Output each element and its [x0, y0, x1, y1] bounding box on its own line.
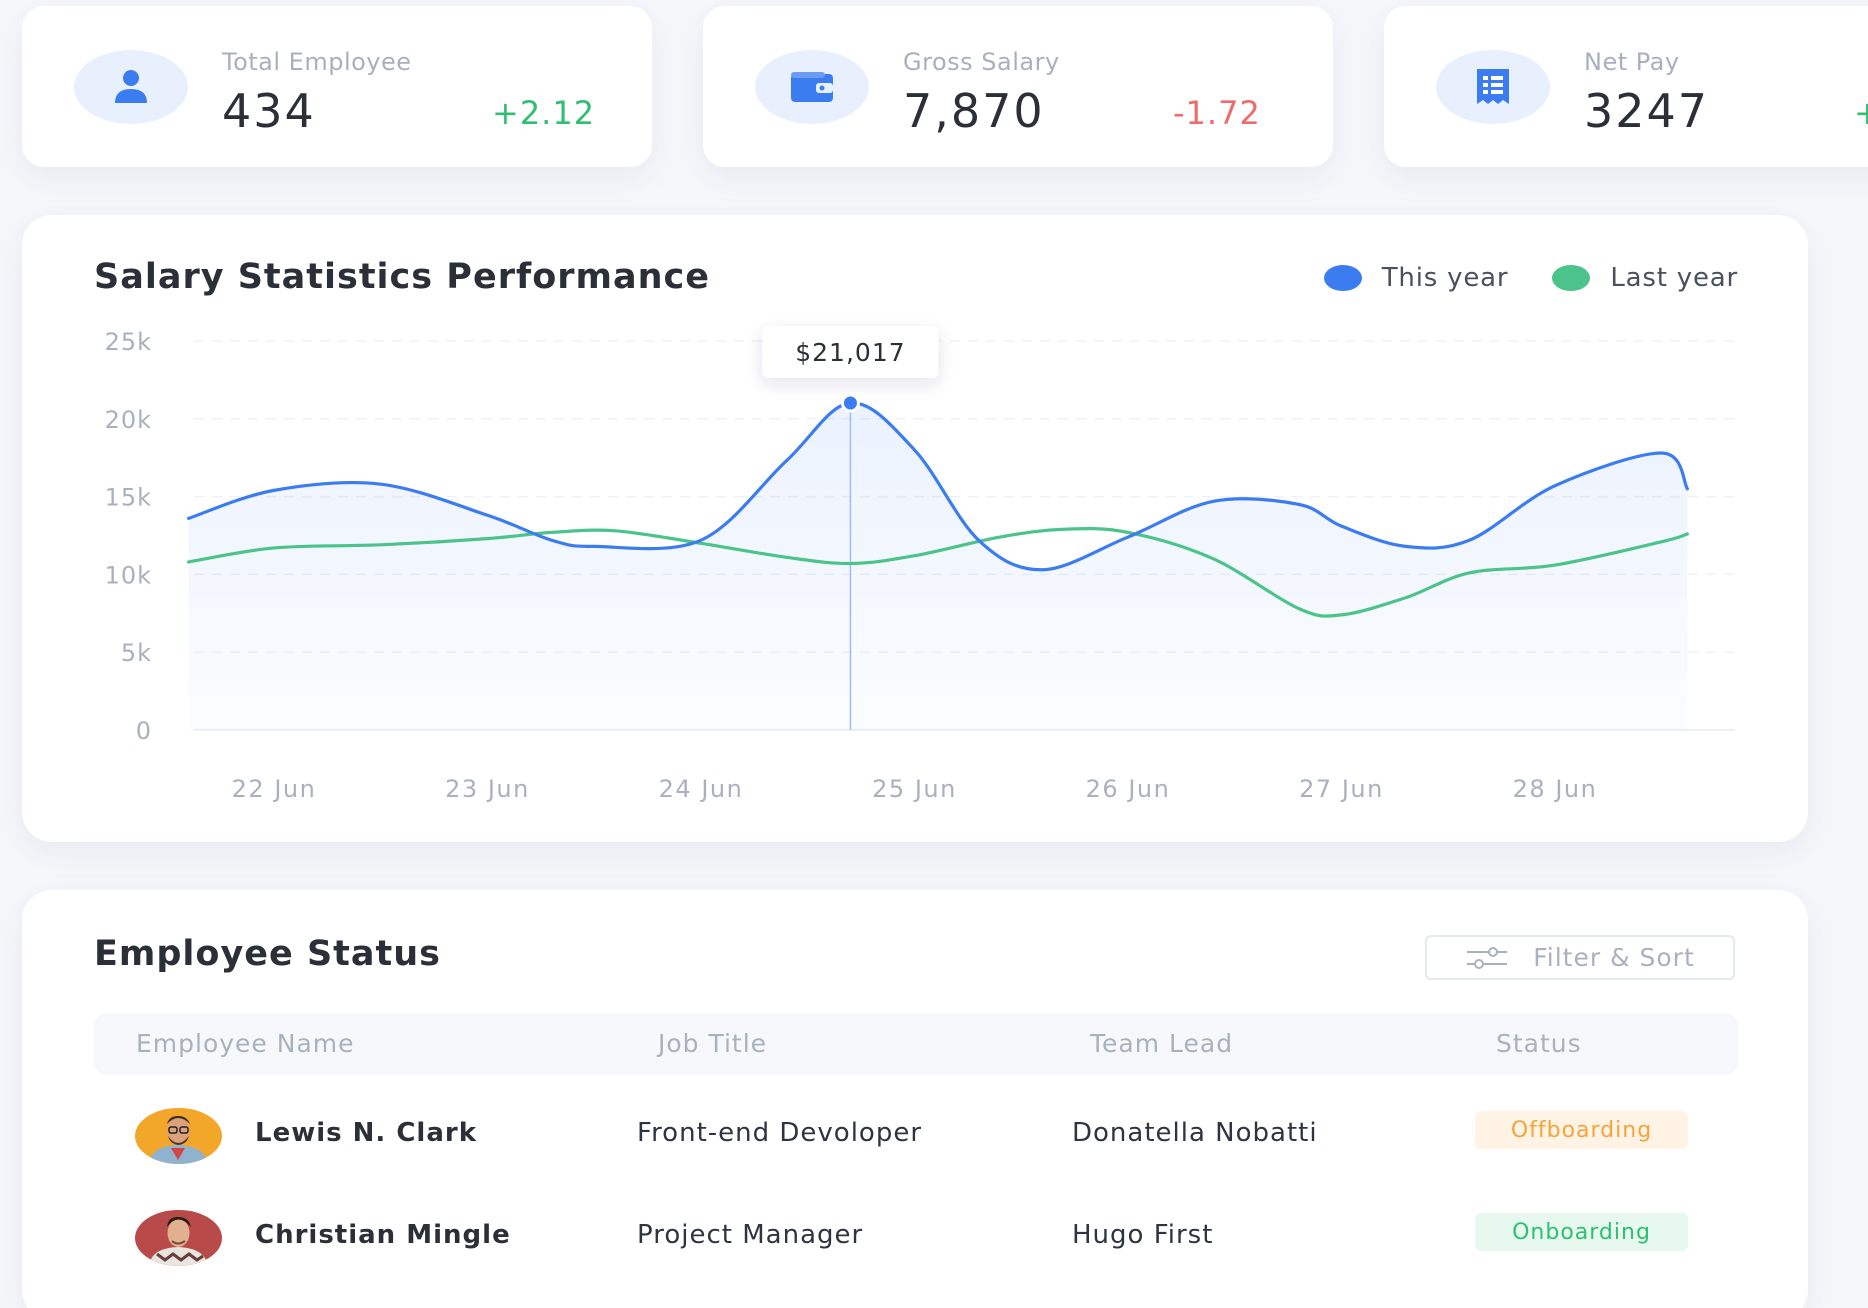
receipt-icon: [1436, 50, 1550, 124]
gross-salary-card: Gross Salary 7,870 -1.72: [703, 6, 1333, 167]
column-header-status[interactable]: Status: [1496, 1029, 1582, 1058]
tooltip-point: [840, 393, 860, 413]
total-employee-card: Total Employee 434 +2.12: [22, 6, 652, 167]
table-row[interactable]: Christian Mingle Project Manager Hugo Fi…: [22, 1200, 1808, 1280]
user-icon: [74, 50, 188, 124]
y-tick-label: 25k: [105, 328, 152, 356]
column-header-employee-name[interactable]: Employee Name: [136, 1029, 355, 1058]
kpi-label: Net Pay: [1584, 48, 1680, 76]
avatar: [135, 1210, 222, 1266]
sliders-icon: [1467, 946, 1508, 969]
table-row[interactable]: Lewis N. Clark Front-end Devoloper Donat…: [22, 1098, 1808, 1178]
tooltip-value: $21,017: [795, 338, 905, 367]
area-this-year: [188, 402, 1688, 730]
y-tick-label: 5k: [121, 639, 152, 667]
team-lead: Donatella Nobatti: [1072, 1118, 1318, 1148]
column-header-team-lead[interactable]: Team Lead: [1090, 1029, 1233, 1058]
x-tick-label: 24 Jun: [659, 775, 744, 803]
column-header-job-title[interactable]: Job Title: [658, 1029, 767, 1058]
team-lead: Hugo First: [1072, 1220, 1214, 1250]
y-tick-label: 20k: [105, 406, 152, 434]
status-badge: Onboarding: [1475, 1213, 1688, 1251]
y-tick-label: 10k: [105, 561, 152, 589]
x-tick-label: 22 Jun: [232, 775, 317, 803]
kpi-value: 434: [222, 84, 316, 138]
avatar: [135, 1108, 222, 1164]
job-title: Front-end Devoloper: [637, 1118, 923, 1148]
salary-statistics-card: Salary Statistics Performance This year …: [22, 215, 1808, 842]
kpi-delta: +2.12: [492, 94, 596, 132]
employee-status-card: Employee Status Filter & Sort Employee N…: [22, 890, 1808, 1308]
salary-line-chart[interactable]: 0 5k 10k 15k 20k 25k 22 Jun 23 Jun 24 Jun 25 Jun 2…: [22, 215, 1808, 842]
kpi-label: Gross Salary: [903, 48, 1060, 76]
kpi-value: 7,870: [903, 84, 1045, 138]
x-tick-label: 28 Jun: [1513, 775, 1598, 803]
net-pay-card: Net Pay 3247 +: [1384, 6, 1868, 167]
y-tick-label: 15k: [105, 484, 152, 512]
job-title: Project Manager: [637, 1220, 864, 1250]
kpi-delta: -1.72: [1173, 94, 1261, 132]
status-badge: Offboarding: [1475, 1111, 1688, 1149]
kpi-label: Total Employee: [222, 48, 412, 76]
employee-name: Lewis N. Clark: [255, 1118, 477, 1148]
table-title: Employee Status: [94, 934, 441, 974]
wallet-icon: [755, 50, 869, 124]
x-tick-label: 27 Jun: [1299, 775, 1384, 803]
y-tick-label: 0: [136, 717, 152, 745]
kpi-delta: +: [1854, 94, 1868, 132]
employee-name: Christian Mingle: [255, 1220, 511, 1250]
x-tick-label: 26 Jun: [1086, 775, 1171, 803]
table-header-row: Employee Name Job Title Team Lead Status: [94, 1013, 1738, 1075]
kpi-value: 3247: [1584, 84, 1710, 138]
x-tick-label: 23 Jun: [445, 775, 530, 803]
filter-sort-button[interactable]: Filter & Sort: [1425, 935, 1735, 980]
filter-sort-label: Filter & Sort: [1533, 943, 1695, 972]
x-tick-label: 25 Jun: [872, 775, 957, 803]
